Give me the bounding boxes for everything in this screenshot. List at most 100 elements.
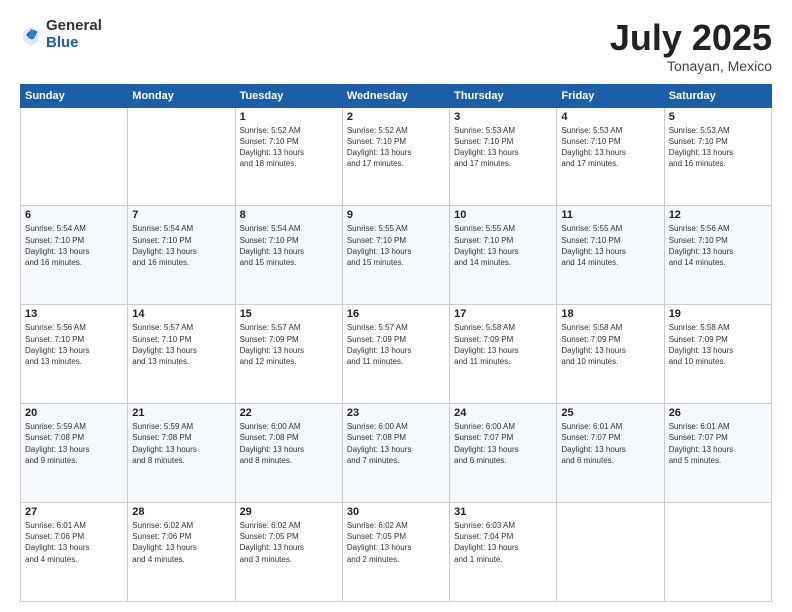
calendar-cell: 18 Sunrise: 5:58 AMSunset: 7:09 PMDayligh… (557, 305, 664, 404)
cell-info: Sunrise: 6:03 AMSunset: 7:04 PMDaylight:… (454, 520, 552, 565)
day-number: 5 (669, 111, 767, 123)
cell-info: Sunrise: 6:01 AMSunset: 7:07 PMDaylight:… (561, 421, 659, 466)
day-number: 11 (561, 209, 659, 221)
calendar-cell: 29 Sunrise: 6:02 AMSunset: 7:05 PMDayligh… (235, 503, 342, 602)
calendar-cell: 24Sunrise: 6:00 AMSunset: 7:07 PMDayligh… (450, 404, 557, 503)
day-number: 6 (25, 209, 123, 221)
cell-info: Sunrise: 5:54 AMSunset: 7:10 PMDaylight:… (240, 223, 338, 268)
calendar-cell: 8 Sunrise: 5:54 AMSunset: 7:10 PMDaylight… (235, 206, 342, 305)
calendar-cell: 31 Sunrise: 6:03 AMSunset: 7:04 PMDayligh… (450, 503, 557, 602)
calendar-cell: 30 Sunrise: 6:02 AMSunset: 7:05 PMDayligh… (342, 503, 449, 602)
calendar-cell: 27 Sunrise: 6:01 AMSunset: 7:06 PMDayligh… (21, 503, 128, 602)
cell-info: Sunrise: 5:53 AMSunset: 7:10 PMDaylight:… (454, 125, 552, 170)
day-number: 30 (347, 506, 445, 518)
cell-info: Sunrise: 5:57 AMSunset: 7:09 PMDaylight:… (347, 322, 445, 367)
day-number: 23 (347, 407, 445, 419)
day-number: 27 (25, 506, 123, 518)
calendar-cell: 10Sunrise: 5:55 AMSunset: 7:10 PMDayligh… (450, 206, 557, 305)
cell-info: Sunrise: 5:55 AMSunset: 7:10 PMDaylight:… (561, 223, 659, 268)
cell-info: Sunrise: 5:56 AMSunset: 7:10 PMDaylight:… (669, 223, 767, 268)
cell-info: Sunrise: 6:01 AMSunset: 7:07 PMDaylight:… (669, 421, 767, 466)
cell-info: Sunrise: 6:02 AMSunset: 7:05 PMDaylight:… (240, 520, 338, 565)
day-number: 8 (240, 209, 338, 221)
day-number: 19 (669, 308, 767, 320)
cell-info: Sunrise: 6:02 AMSunset: 7:05 PMDaylight:… (347, 520, 445, 565)
cell-info: Sunrise: 5:53 AMSunset: 7:10 PMDaylight:… (669, 125, 767, 170)
day-number: 7 (132, 209, 230, 221)
calendar-cell: 12 Sunrise: 5:56 AMSunset: 7:10 PMDayligh… (664, 206, 771, 305)
calendar-cell: 1 Sunrise: 5:52 AMSunset: 7:10 PMDaylight… (235, 107, 342, 206)
col-wednesday: Wednesday (342, 84, 449, 107)
cell-info: Sunrise: 5:58 AMSunset: 7:09 PMDaylight:… (561, 322, 659, 367)
day-number: 16 (347, 308, 445, 320)
day-number: 26 (669, 407, 767, 419)
calendar-cell: 19 Sunrise: 5:58 AMSunset: 7:09 PMDayligh… (664, 305, 771, 404)
day-number: 3 (454, 111, 552, 123)
cell-info: Sunrise: 6:02 AMSunset: 7:06 PMDaylight:… (132, 520, 230, 565)
calendar-cell: 6 Sunrise: 5:54 AMSunset: 7:10 PMDaylight… (21, 206, 128, 305)
cell-info: Sunrise: 6:01 AMSunset: 7:06 PMDaylight:… (25, 520, 123, 565)
logo: General Blue (20, 18, 102, 51)
day-number: 29 (240, 506, 338, 518)
calendar-table: Sunday Monday Tuesday Wednesday Thursday… (20, 84, 772, 602)
day-number: 15 (240, 308, 338, 320)
calendar-cell: 25 Sunrise: 6:01 AMSunset: 7:07 PMDayligh… (557, 404, 664, 503)
calendar-cell: 5 Sunrise: 5:53 AMSunset: 7:10 PMDaylight… (664, 107, 771, 206)
day-number: 18 (561, 308, 659, 320)
day-number: 12 (669, 209, 767, 221)
day-number: 13 (25, 308, 123, 320)
cell-info: Sunrise: 5:55 AMSunset: 7:10 PMDaylight:… (454, 223, 552, 268)
calendar-cell: 4 Sunrise: 5:53 AMSunset: 7:10 PMDaylight… (557, 107, 664, 206)
cell-info: Sunrise: 6:00 AMSunset: 7:08 PMDaylight:… (240, 421, 338, 466)
day-number: 20 (25, 407, 123, 419)
calendar-cell: 20 Sunrise: 5:59 AMSunset: 7:08 PMDayligh… (21, 404, 128, 503)
calendar-cell: 23 Sunrise: 6:00 AMSunset: 7:08 PMDayligh… (342, 404, 449, 503)
col-sunday: Sunday (21, 84, 128, 107)
cell-info: Sunrise: 5:54 AMSunset: 7:10 PMDaylight:… (132, 223, 230, 268)
cell-info: Sunrise: 5:57 AMSunset: 7:10 PMDaylight:… (132, 322, 230, 367)
month-title: July 2025 (610, 18, 772, 58)
calendar-cell: 9 Sunrise: 5:55 AMSunset: 7:10 PMDaylight… (342, 206, 449, 305)
col-friday: Friday (557, 84, 664, 107)
calendar-cell: 28 Sunrise: 6:02 AMSunset: 7:06 PMDayligh… (128, 503, 235, 602)
cell-info: Sunrise: 5:52 AMSunset: 7:10 PMDaylight:… (347, 125, 445, 170)
calendar-header-row: Sunday Monday Tuesday Wednesday Thursday… (21, 84, 772, 107)
header: General Blue July 2025 Tonayan, Mexico (20, 18, 772, 74)
day-number: 4 (561, 111, 659, 123)
title-block: July 2025 Tonayan, Mexico (610, 18, 772, 74)
cell-info: Sunrise: 5:59 AMSunset: 7:08 PMDaylight:… (25, 421, 123, 466)
day-number: 28 (132, 506, 230, 518)
day-number: 2 (347, 111, 445, 123)
calendar-cell: 2 Sunrise: 5:52 AMSunset: 7:10 PMDaylight… (342, 107, 449, 206)
cell-info: Sunrise: 5:55 AMSunset: 7:10 PMDaylight:… (347, 223, 445, 268)
day-number: 14 (132, 308, 230, 320)
calendar-cell: 16 Sunrise: 5:57 AMSunset: 7:09 PMDayligh… (342, 305, 449, 404)
calendar-week-1: 1 Sunrise: 5:52 AMSunset: 7:10 PMDaylight… (21, 107, 772, 206)
cell-info: Sunrise: 5:59 AMSunset: 7:08 PMDaylight:… (132, 421, 230, 466)
day-number: 1 (240, 111, 338, 123)
cell-info: Sunrise: 5:53 AMSunset: 7:10 PMDaylight:… (561, 125, 659, 170)
cell-info: Sunrise: 5:54 AMSunset: 7:10 PMDaylight:… (25, 223, 123, 268)
calendar-week-4: 20 Sunrise: 5:59 AMSunset: 7:08 PMDayligh… (21, 404, 772, 503)
day-number: 9 (347, 209, 445, 221)
calendar-cell: 3 Sunrise: 5:53 AMSunset: 7:10 PMDaylight… (450, 107, 557, 206)
calendar-cell: 14 Sunrise: 5:57 AMSunset: 7:10 PMDayligh… (128, 305, 235, 404)
col-monday: Monday (128, 84, 235, 107)
cell-info: Sunrise: 6:00 AMSunset: 7:07 PMDaylight:… (454, 421, 552, 466)
cell-info: Sunrise: 5:57 AMSunset: 7:09 PMDaylight:… (240, 322, 338, 367)
calendar-cell (664, 503, 771, 602)
calendar-cell: 17 Sunrise: 5:58 AMSunset: 7:09 PMDayligh… (450, 305, 557, 404)
day-number: 31 (454, 506, 552, 518)
cell-info: Sunrise: 5:58 AMSunset: 7:09 PMDaylight:… (454, 322, 552, 367)
logo-general-text: General (46, 17, 102, 34)
cell-info: Sunrise: 5:52 AMSunset: 7:10 PMDaylight:… (240, 125, 338, 170)
cell-info: Sunrise: 6:00 AMSunset: 7:08 PMDaylight:… (347, 421, 445, 466)
cell-info: Sunrise: 5:58 AMSunset: 7:09 PMDaylight:… (669, 322, 767, 367)
calendar-cell: 22Sunrise: 6:00 AMSunset: 7:08 PMDayligh… (235, 404, 342, 503)
col-tuesday: Tuesday (235, 84, 342, 107)
day-number: 25 (561, 407, 659, 419)
calendar-cell: 26 Sunrise: 6:01 AMSunset: 7:07 PMDayligh… (664, 404, 771, 503)
day-number: 17 (454, 308, 552, 320)
calendar-cell: 7 Sunrise: 5:54 AMSunset: 7:10 PMDaylight… (128, 206, 235, 305)
calendar-cell (21, 107, 128, 206)
